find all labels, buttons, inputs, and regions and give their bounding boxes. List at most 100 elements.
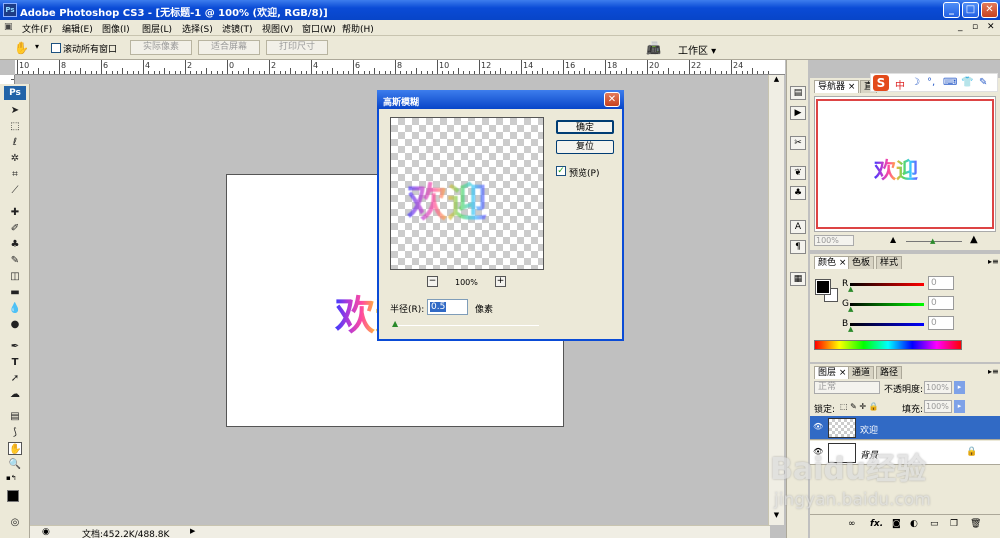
radius-slider-thumb[interactable]: ▲ [392, 319, 398, 328]
menu-file[interactable]: 文件(F) [22, 22, 52, 35]
eyedropper-icon[interactable]: ⟆ [8, 426, 22, 439]
menu-help[interactable]: 帮助(H) [342, 22, 374, 35]
zoom-in-button[interactable]: + [495, 276, 506, 287]
menu-window[interactable]: 窗口(W) [302, 22, 336, 35]
tool-presets-icon[interactable]: ✂ [790, 136, 806, 150]
menu-view[interactable]: 视图(V) [262, 22, 293, 35]
radius-input[interactable]: 0.5 [427, 299, 468, 315]
default-colors-icon[interactable]: ▪↰ [6, 474, 17, 482]
actions-panel-icon[interactable]: ▶ [790, 106, 806, 120]
minimize-button[interactable]: _ [943, 2, 960, 18]
paragraph-panel-icon[interactable]: ¶ [790, 240, 806, 254]
pen-tool-icon[interactable]: ✒ [8, 340, 22, 353]
b-slider[interactable] [850, 323, 924, 326]
opacity-arrow-icon[interactable]: ▸ [954, 381, 965, 394]
blend-mode-select[interactable]: 正常 [814, 381, 880, 394]
blur-tool-icon[interactable]: 💧 [8, 302, 22, 315]
r-slider[interactable] [850, 283, 924, 286]
new-layer-icon[interactable]: ❐ [950, 519, 958, 529]
b-slider-thumb[interactable]: ▲ [848, 325, 853, 333]
navigator-zoom-field[interactable]: 100% [814, 235, 854, 246]
ok-button[interactable]: 确定 [556, 120, 614, 134]
brush-tool-icon[interactable]: ✐ [8, 222, 22, 235]
fill-arrow-icon[interactable]: ▸ [954, 400, 965, 413]
slice-tool-icon[interactable]: ⟋ [8, 184, 22, 197]
type-tool-icon[interactable]: T [8, 356, 22, 369]
hand-tool-icon[interactable]: ✋ [8, 442, 22, 455]
move-tool-icon[interactable]: ➤ [8, 104, 22, 117]
navigator-view-box[interactable]: 欢迎 [816, 99, 994, 229]
menu-layer[interactable]: 图层(L) [142, 22, 172, 35]
eraser-tool-icon[interactable]: ◫ [8, 270, 22, 283]
panel-menu-icon[interactable]: ▸≡ [988, 257, 999, 266]
history-brush-icon[interactable]: ✎ [8, 254, 22, 267]
ime-punctuation-icon[interactable]: °, [927, 77, 935, 88]
ime-tools-icon[interactable]: ✎ [979, 77, 987, 88]
foreground-color-swatch[interactable] [7, 490, 19, 502]
r-slider-thumb[interactable]: ▲ [848, 285, 853, 293]
healing-brush-icon[interactable]: ✚ [8, 206, 22, 219]
clone-stamp-icon[interactable]: ♣ [8, 238, 22, 251]
color-spectrum-bar[interactable] [814, 340, 962, 350]
layer-group-icon[interactable]: ▭ [930, 519, 939, 529]
zoom-out-button[interactable]: − [427, 276, 438, 287]
dialog-title-bar[interactable]: 高斯模糊 ✕ [377, 90, 624, 109]
link-layers-icon[interactable]: ∞ [848, 519, 856, 529]
quick-mask-icon[interactable]: ◎ [8, 516, 22, 529]
sogou-logo-icon[interactable]: S [873, 75, 889, 91]
layer-mask-icon[interactable]: ◙ [892, 519, 901, 529]
b-value-field[interactable]: 0 [928, 316, 954, 330]
blur-preview-area[interactable]: 欢迎 [390, 117, 544, 270]
zoom-in-icon[interactable]: ▲ [970, 234, 978, 245]
notes-tool-icon[interactable]: ▤ [8, 410, 22, 423]
layer-style-icon[interactable]: fx. [870, 519, 883, 529]
maximize-button[interactable]: □ [962, 2, 979, 18]
workspace-menu[interactable]: 工作区 ▾ [678, 42, 716, 57]
menu-edit[interactable]: 编辑(E) [62, 22, 93, 35]
lock-icons[interactable]: ⬚ ✎ ✛ 🔒 [840, 402, 879, 411]
path-selection-icon[interactable]: ➚ [8, 372, 22, 385]
menu-image[interactable]: 图像(I) [102, 22, 130, 35]
zoom-out-icon[interactable]: ▲ [890, 235, 896, 244]
magic-wand-icon[interactable]: ✲ [8, 152, 22, 165]
shape-tool-icon[interactable]: ☁ [8, 388, 22, 401]
adjustment-layer-icon[interactable]: ◐ [910, 519, 918, 529]
menu-filter[interactable]: 滤镜(T) [222, 22, 253, 35]
preset-dropdown-icon[interactable]: ▾ [35, 42, 39, 51]
layer-row-text[interactable]: 👁 欢迎 [810, 416, 1000, 440]
delete-layer-icon[interactable]: 🗑 [970, 519, 981, 529]
tab-channels[interactable]: 通道 [848, 366, 875, 379]
ime-keyboard-icon[interactable]: ⌨ [943, 77, 957, 88]
doc-restore-icon[interactable]: ▫ [972, 22, 978, 32]
character-panel-icon[interactable]: A [790, 220, 806, 234]
preview-checkbox[interactable]: ✓ [556, 166, 566, 176]
gradient-tool-icon[interactable]: ▬ [8, 286, 22, 299]
g-slider-thumb[interactable]: ▲ [848, 305, 853, 313]
doc-minimize-icon[interactable]: _ [958, 22, 963, 32]
brushes-panel-icon[interactable]: ❦ [790, 166, 806, 180]
g-value-field[interactable]: 0 [928, 296, 954, 310]
scroll-up-icon[interactable]: ▲ [770, 75, 783, 87]
ime-chinese[interactable]: 中 [895, 77, 905, 92]
clone-source-icon[interactable]: ♣ [790, 186, 806, 200]
doc-close-icon[interactable]: ✕ [987, 22, 995, 32]
ime-halfwidth-icon[interactable]: ☽ [911, 77, 920, 88]
tab-styles[interactable]: 样式 [876, 256, 903, 269]
tab-navigator[interactable]: 导航器 × [814, 80, 860, 93]
color-fg-swatch[interactable] [815, 279, 831, 295]
radius-slider[interactable] [395, 325, 539, 326]
marquee-tool-icon[interactable]: ⬚ [8, 120, 22, 133]
opacity-field[interactable]: 100% [924, 381, 952, 394]
ime-skin-icon[interactable]: 👕 [961, 77, 973, 88]
layer-comps-icon[interactable]: ▦ [790, 272, 806, 286]
status-menu-icon[interactable]: ◉ [42, 527, 50, 537]
r-value-field[interactable]: 0 [928, 276, 954, 290]
status-arrow-icon[interactable]: ▶ [190, 527, 195, 535]
ps-badge[interactable]: Ps [4, 86, 26, 100]
menu-select[interactable]: 选择(S) [182, 22, 213, 35]
hand-tool-preset-icon[interactable]: ✋ [14, 41, 29, 55]
reset-button[interactable]: 复位 [556, 140, 614, 154]
tab-layers[interactable]: 图层 × [814, 366, 851, 379]
eye-icon[interactable]: 👁 [813, 422, 823, 432]
history-panel-icon[interactable]: ▤ [790, 86, 806, 100]
